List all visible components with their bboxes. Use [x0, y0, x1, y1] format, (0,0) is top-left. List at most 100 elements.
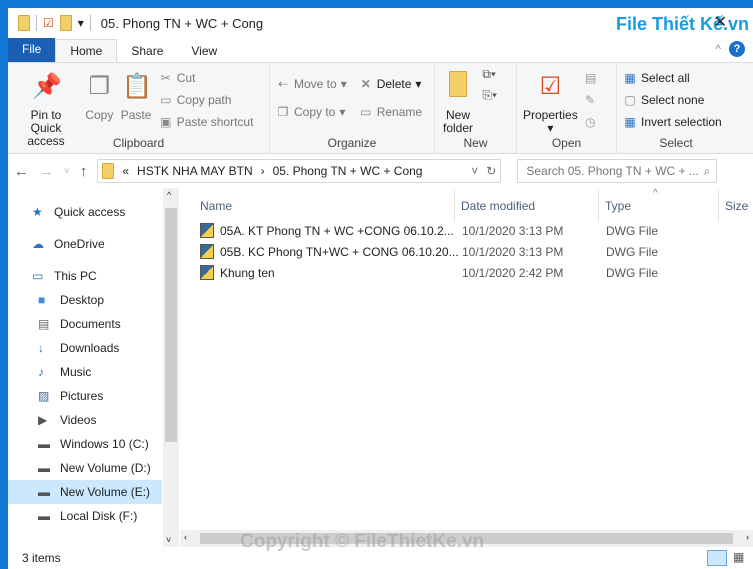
- tab-share[interactable]: Share: [117, 40, 177, 62]
- address-bar[interactable]: « HSTK NHA MAY BTN › 05. Phong TN + WC +…: [97, 159, 502, 183]
- column-size[interactable]: Size: [725, 190, 748, 222]
- tab-file[interactable]: File: [8, 38, 56, 62]
- new-item-button[interactable]: ⧉▾: [482, 67, 497, 82]
- item-count: 3 items: [22, 551, 61, 565]
- videos-icon: ▶: [38, 413, 48, 427]
- sidebar-item[interactable]: ★ Quick access: [8, 200, 162, 224]
- copy-to-button[interactable]: ❐ Copy to ▾: [276, 101, 347, 123]
- properties-button[interactable]: ☑ Properties ▾: [523, 67, 578, 135]
- copy-path-icon: ▭: [160, 93, 172, 107]
- file-type: DWG File: [606, 244, 658, 259]
- file-row[interactable]: Khung ten 10/1/2020 2:42 PM DWG File: [200, 262, 753, 283]
- rename-icon: ▭: [360, 105, 372, 119]
- details-view-button[interactable]: [707, 550, 727, 566]
- move-to-button[interactable]: ⇠ Move to ▾: [276, 73, 347, 95]
- chevron-right-icon[interactable]: ›: [261, 164, 265, 178]
- downloads-icon: ↓: [38, 341, 44, 355]
- rename-button[interactable]: ▭ Rename: [359, 101, 422, 123]
- invert-selection-button[interactable]: ▦ Invert selection: [623, 111, 729, 133]
- tab-home[interactable]: Home: [55, 39, 118, 62]
- invert-selection-icon: ▦: [624, 115, 636, 129]
- sidebar-item-label: Quick access: [54, 205, 126, 219]
- file-row[interactable]: 05B. KC Phong TN+WC + CONG 06.10.20... 10…: [200, 241, 753, 262]
- copy-to-label: Copy to: [294, 105, 336, 119]
- copy-path-button[interactable]: ▭ Copy path: [159, 89, 254, 111]
- tab-view[interactable]: View: [177, 40, 231, 62]
- sidebar-item-label: New Volume (D:): [60, 461, 151, 475]
- new-folder-label: New folder: [442, 108, 474, 135]
- sidebar-item[interactable]: ▤ Documents: [8, 312, 162, 336]
- paste-button[interactable]: 📋 Paste: [121, 67, 152, 122]
- help-icon[interactable]: ?: [729, 41, 745, 57]
- close-button[interactable]: ✕: [714, 12, 727, 32]
- up-button[interactable]: ↑: [80, 163, 88, 180]
- rename-label: Rename: [376, 105, 423, 119]
- sidebar-item[interactable]: ♪ Music: [8, 360, 162, 384]
- file-type: DWG File: [606, 223, 658, 238]
- sidebar-item[interactable]: ▬ Local Disk (F:): [8, 504, 162, 528]
- large-icons-view-button[interactable]: ▦: [733, 550, 749, 566]
- recent-locations-button[interactable]: ˅: [64, 166, 70, 177]
- paste-shortcut-button[interactable]: ▣ Paste shortcut: [159, 111, 253, 133]
- select-none-button[interactable]: ▢ Select none: [623, 89, 729, 111]
- history-icon[interactable]: ◷: [585, 111, 596, 133]
- search-placeholder: Search 05. Phong TN + WC + ...: [526, 164, 699, 178]
- sidebar-item[interactable]: ▭ This PC: [8, 264, 162, 288]
- address-dropdown-icon[interactable]: ˅: [471, 164, 478, 178]
- file-row[interactable]: 05A. KT Phong TN + WC +CONG 06.10.2... 10…: [200, 220, 753, 241]
- sidebar-item-label: This PC: [54, 269, 97, 283]
- customize-qat-icon[interactable]: ▾: [78, 16, 84, 30]
- sidebar-item[interactable]: ■ Desktop: [8, 288, 162, 312]
- sidebar-item-label: Desktop: [60, 293, 105, 307]
- refresh-icon[interactable]: ↻: [486, 164, 500, 178]
- search-input[interactable]: Search 05. Phong TN + WC + ... ⌕: [517, 159, 718, 183]
- window-title: 05. Phong TN + WC + Cong: [100, 15, 264, 31]
- sidebar-item[interactable]: ▬ New Volume (E:): [8, 480, 162, 504]
- divider: [718, 190, 719, 222]
- folder-icon: [102, 163, 115, 179]
- select-all-button[interactable]: ▦ Select all: [623, 67, 729, 89]
- sidebar-item-label: Documents: [60, 317, 121, 331]
- new-folder-qat-icon[interactable]: [59, 15, 72, 31]
- overflow-chevron[interactable]: «: [122, 164, 129, 178]
- select-label: Select: [659, 136, 693, 150]
- delete-icon: ✕: [360, 77, 371, 91]
- properties-qat-icon[interactable]: ☑: [43, 16, 54, 30]
- new-group: New folder ⧉▾ ⎘▾ New: [435, 63, 517, 153]
- column-date-modified[interactable]: Date modified: [461, 190, 535, 222]
- title-bar: ☑ ▾ 05. Phong TN + WC + Cong File Thiết …: [8, 8, 753, 38]
- file-type: DWG File: [606, 265, 658, 280]
- breadcrumb-item[interactable]: HSTK NHA MAY BTN: [137, 164, 253, 178]
- column-type[interactable]: Type: [605, 190, 631, 222]
- delete-button[interactable]: ✕ Delete ▾: [359, 73, 422, 95]
- divider: [598, 190, 599, 222]
- sidebar-item[interactable]: ↓ Downloads: [8, 336, 162, 360]
- collapse-ribbon-icon[interactable]: ^: [715, 42, 721, 56]
- forward-button[interactable]: →: [39, 163, 54, 180]
- breadcrumb-item[interactable]: 05. Phong TN + WC + Cong: [273, 164, 423, 178]
- back-button[interactable]: ←: [14, 163, 29, 180]
- sort-up-icon: ^: [653, 188, 658, 199]
- file-name: 05B. KC Phong TN+WC + CONG 06.10.20...: [220, 244, 459, 259]
- dwg-file-icon: [200, 223, 214, 238]
- sidebar-item[interactable]: ☁ OneDrive: [8, 232, 162, 256]
- sidebar-item[interactable]: ▬ New Volume (D:): [8, 456, 162, 480]
- sidebar-item[interactable]: ▬ Windows 10 (C:): [8, 432, 162, 456]
- easy-access-button[interactable]: ⎘▾: [482, 88, 497, 103]
- dwg-file-icon: [200, 265, 214, 280]
- cut-button[interactable]: ✂ Cut: [159, 67, 254, 89]
- sidebar-item-label: Windows 10 (C:): [60, 437, 149, 451]
- open-icon[interactable]: ▤: [585, 67, 596, 89]
- scrollbar-thumb[interactable]: [165, 208, 177, 442]
- organize-label: Organize: [327, 136, 377, 150]
- ribbon-tabs: File Home Share View ^ ?: [8, 38, 753, 62]
- sidebar-item-label: Local Disk (F:): [60, 509, 138, 523]
- new-folder-button[interactable]: New folder: [441, 67, 475, 135]
- sidebar-item[interactable]: ▶ Videos: [8, 408, 162, 432]
- sidebar-scrollbar[interactable]: ^ ˅: [163, 188, 179, 547]
- edit-icon[interactable]: ✎: [585, 89, 596, 111]
- copy-button[interactable]: ❐ Copy: [85, 67, 113, 122]
- divider: [454, 190, 455, 222]
- column-name[interactable]: Name: [200, 190, 232, 222]
- sidebar-item[interactable]: ▨ Pictures: [8, 384, 162, 408]
